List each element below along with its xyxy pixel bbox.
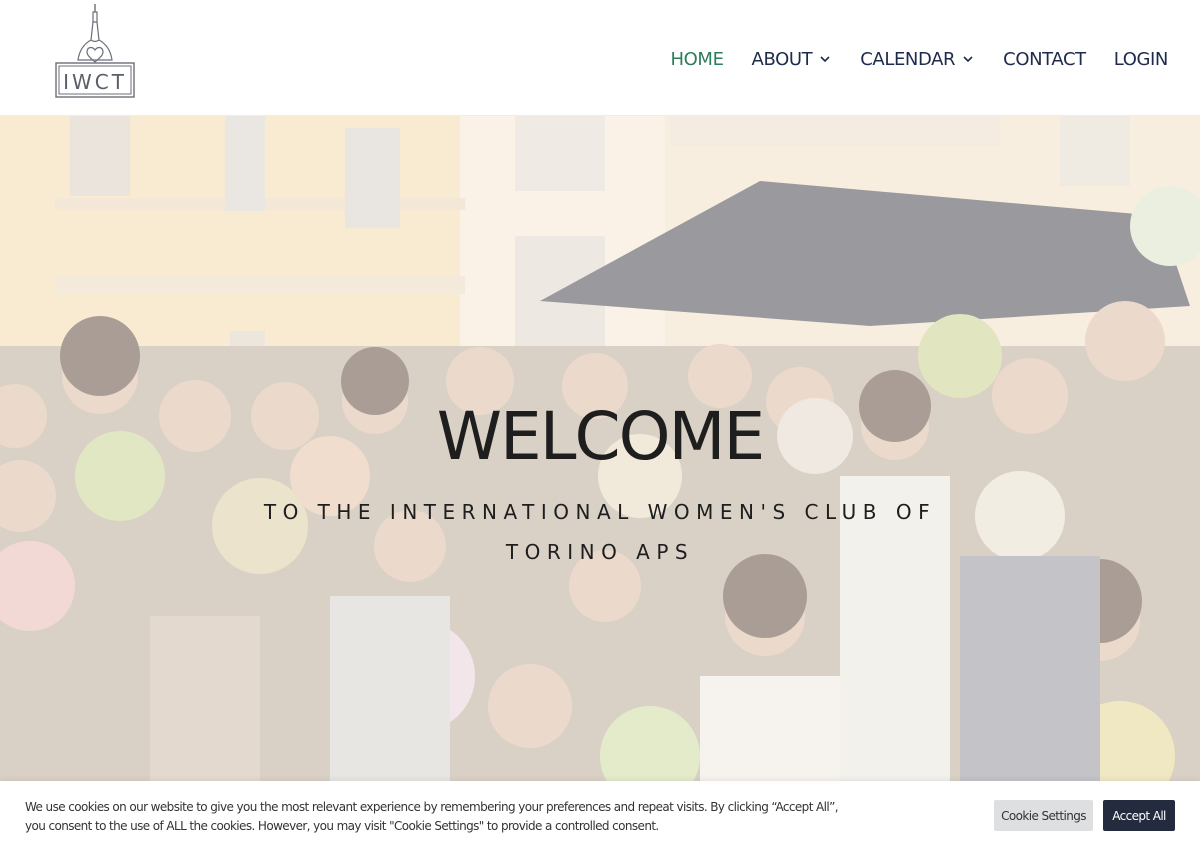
logo-text: IWCT: [63, 70, 127, 94]
chevron-down-icon: [820, 56, 830, 63]
hero-section: WELCOME TO THE INTERNATIONAL WOMEN'S CLU…: [0, 116, 1200, 850]
nav-contact[interactable]: CONTACT: [1003, 49, 1086, 70]
cookie-message: We use cookies on our website to give yo…: [25, 798, 855, 836]
site-header: IWCT HOME ABOUT CALENDAR CONTACT LOGIN: [0, 0, 1200, 116]
nav-contact-label: CONTACT: [1003, 48, 1086, 70]
iwct-logo[interactable]: IWCT: [54, 2, 136, 100]
hero-subtitle-line1: TO THE INTERNATIONAL WOMEN'S CLUB OF: [263, 500, 937, 524]
cookie-consent-bar: We use cookies on our website to give yo…: [0, 781, 1200, 850]
cookie-message-line2: you consent to the use of ALL the cookie…: [25, 819, 659, 833]
hero-subtitle-line2: TORINO APS: [505, 540, 695, 564]
nav-home[interactable]: HOME: [671, 49, 724, 70]
hero-subtitle: TO THE INTERNATIONAL WOMEN'S CLUB OF TOR…: [250, 492, 950, 572]
nav-calendar[interactable]: CALENDAR: [860, 49, 975, 70]
hero-overlay: [0, 116, 1200, 850]
cookie-settings-button[interactable]: Cookie Settings: [994, 800, 1093, 831]
nav-about[interactable]: ABOUT: [752, 49, 833, 70]
hero-title: WELCOME: [436, 398, 765, 475]
nav-calendar-label: CALENDAR: [860, 48, 956, 70]
main-nav: HOME ABOUT CALENDAR CONTACT LOGIN: [643, 44, 1169, 74]
nav-login[interactable]: LOGIN: [1113, 48, 1169, 70]
nav-login-label: LOGIN: [1113, 48, 1169, 70]
cookie-message-line1: We use cookies on our website to give yo…: [25, 800, 839, 814]
nav-home-label: HOME: [670, 48, 724, 70]
accept-all-button[interactable]: Accept All: [1103, 800, 1175, 831]
chevron-down-icon: [963, 56, 973, 63]
nav-about-label: ABOUT: [751, 48, 813, 70]
